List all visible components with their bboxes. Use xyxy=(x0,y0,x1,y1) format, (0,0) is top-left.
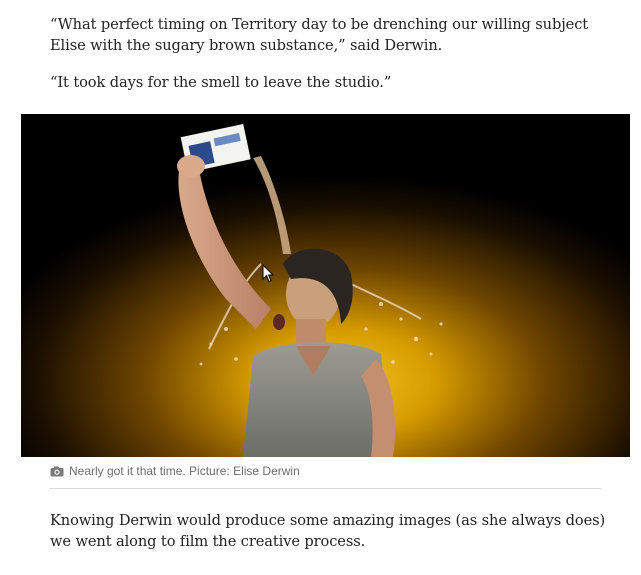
photo-illustration xyxy=(21,114,630,457)
body-paragraph: Knowing Derwin would produce some amazin… xyxy=(50,512,606,550)
caption-text: Nearly got it that time. Picture: Elise … xyxy=(69,464,300,478)
quote-paragraph: “What perfect timing on Territory day to… xyxy=(50,16,589,54)
camera-icon xyxy=(50,466,64,476)
caption-divider xyxy=(50,488,601,489)
article-photo[interactable] xyxy=(21,114,630,457)
photo-caption: Nearly got it that time. Picture: Elise … xyxy=(50,464,300,478)
quote-paragraph-2: “It took days for the smell to leave the… xyxy=(50,74,392,91)
mouse-pointer-icon xyxy=(262,264,274,283)
